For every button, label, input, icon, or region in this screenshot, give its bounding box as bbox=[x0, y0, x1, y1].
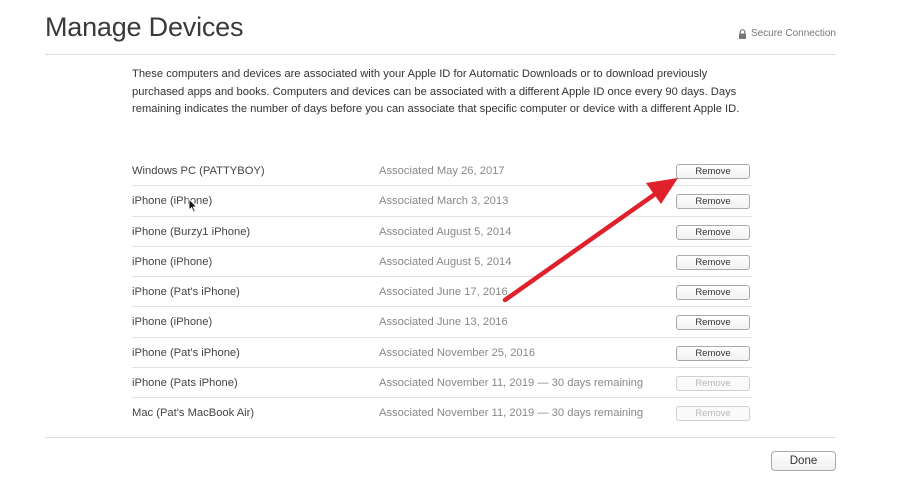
device-name: Windows PC (PATTYBOY) bbox=[132, 165, 265, 177]
devices-description: These computers and devices are associat… bbox=[132, 68, 740, 115]
device-row: iPhone (Pat's iPhone) Associated June 17… bbox=[132, 277, 752, 308]
device-association-date: Associated August 5, 2014 bbox=[379, 255, 512, 268]
device-name: iPhone (Burzy1 iPhone) bbox=[132, 225, 251, 238]
remove-device-button[interactable]: Remove bbox=[676, 194, 750, 210]
device-row: Windows PC (PATTYBOY) Associated May 26,… bbox=[132, 156, 752, 187]
page-title: Manage Devices bbox=[45, 12, 244, 42]
remove-device-button[interactable]: Remove bbox=[676, 315, 750, 331]
device-row: iPhone (Burzy1 iPhone) Associated August… bbox=[132, 217, 752, 247]
remove-device-button[interactable]: Remove bbox=[676, 164, 750, 179]
footer-divider bbox=[45, 437, 836, 438]
remove-device-button[interactable]: Remove bbox=[676, 224, 750, 240]
device-association-date: Associated August 5, 2014 bbox=[379, 225, 512, 238]
device-name: iPhone (iPhone) bbox=[132, 255, 213, 268]
remove-device-button[interactable]: Remove bbox=[676, 406, 750, 422]
device-association-date: Associated May 26, 2017 bbox=[379, 165, 505, 177]
secure-connection-indicator: Secure Connection bbox=[738, 28, 836, 39]
lock-icon bbox=[738, 28, 746, 39]
title-divider bbox=[45, 54, 836, 55]
device-row: iPhone (Pats iPhone) Associated November… bbox=[132, 368, 752, 399]
device-association-date: Associated March 3, 2013 bbox=[379, 195, 509, 208]
device-name: Mac (Pat's MacBook Air) bbox=[132, 407, 255, 420]
remove-device-button[interactable]: Remove bbox=[676, 345, 750, 361]
device-row: iPhone (iPhone) Associated March 3, 2013… bbox=[132, 186, 752, 217]
secure-connection-label: Secure Connection bbox=[750, 28, 836, 39]
device-name: iPhone (iPhone) bbox=[132, 195, 213, 208]
device-association-date: Associated November 25, 2016 bbox=[379, 346, 536, 359]
device-association-date: Associated November 11, 2019 — 30 days r… bbox=[379, 377, 644, 390]
remove-device-button[interactable]: Remove bbox=[676, 376, 750, 392]
remove-device-button[interactable]: Remove bbox=[676, 254, 750, 270]
manage-devices-page: Manage Devices Secure Connection These c… bbox=[0, 0, 901, 492]
device-association-date: Associated June 17, 2016 bbox=[379, 286, 508, 299]
remove-device-button[interactable]: Remove bbox=[676, 285, 750, 301]
done-button[interactable]: Done bbox=[771, 451, 836, 471]
device-row: Mac (Pat's MacBook Air) Associated Novem… bbox=[132, 398, 752, 428]
device-row: iPhone (iPhone) Associated August 5, 201… bbox=[132, 247, 752, 278]
device-association-date: Associated November 11, 2019 — 30 days r… bbox=[379, 407, 644, 420]
device-name: iPhone (Pat's iPhone) bbox=[132, 346, 240, 359]
device-name: iPhone (Pats iPhone) bbox=[132, 377, 238, 390]
device-name: iPhone (iPhone) bbox=[132, 316, 213, 329]
device-row: iPhone (iPhone) Associated June 13, 2016… bbox=[132, 307, 752, 338]
device-name: iPhone (Pat's iPhone) bbox=[132, 286, 240, 299]
device-row: iPhone (Pat's iPhone) Associated Novembe… bbox=[132, 338, 752, 369]
device-list: Windows PC (PATTYBOY) Associated May 26,… bbox=[132, 156, 752, 429]
device-association-date: Associated June 13, 2016 bbox=[379, 316, 508, 329]
